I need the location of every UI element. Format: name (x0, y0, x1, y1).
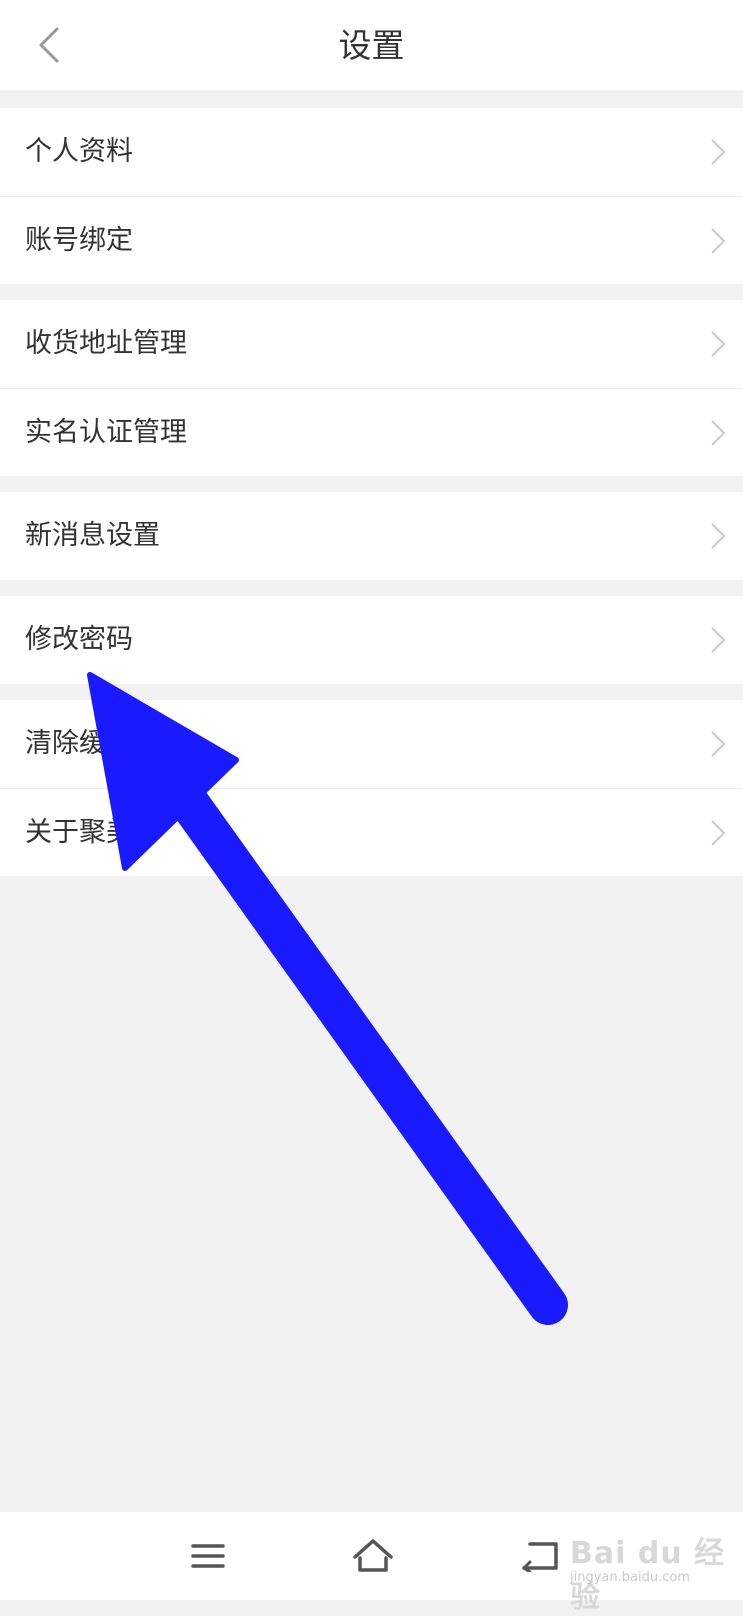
settings-item-label: 收货地址管理 (25, 328, 187, 359)
settings-item-about[interactable]: 关于聚美 (0, 789, 743, 876)
chevron-right-icon (711, 820, 726, 846)
settings-item-label: 清除缓 (25, 728, 106, 759)
menu-icon (191, 1544, 225, 1568)
settings-item-notifications[interactable]: 新消息设置 (0, 492, 743, 580)
home-button[interactable] (345, 1528, 401, 1584)
settings-item-change-password[interactable]: 修改密码 (0, 596, 743, 684)
settings-item-clear-cache[interactable]: 清除缓 (0, 700, 743, 788)
settings-item-profile[interactable]: 个人资料 (0, 108, 743, 196)
settings-item-label: 实名认证管理 (25, 417, 187, 448)
chevron-right-icon (711, 228, 726, 254)
chevron-right-icon (711, 627, 726, 653)
back-nav-button[interactable] (512, 1528, 568, 1584)
menu-button[interactable] (180, 1528, 236, 1584)
chevron-right-icon (711, 731, 726, 757)
settings-item-label: 修改密码 (25, 624, 133, 655)
settings-item-real-name[interactable]: 实名认证管理 (0, 389, 743, 476)
chevron-right-icon (711, 523, 726, 549)
page-title: 设置 (338, 26, 405, 65)
chevron-right-icon (711, 139, 726, 165)
settings-item-label: 个人资料 (25, 136, 133, 167)
settings-item-label: 关于聚美 (25, 817, 133, 848)
top-navigation-bar: 设置 (0, 0, 743, 92)
system-navigation-bar (0, 1512, 743, 1600)
chevron-right-icon (711, 331, 726, 357)
home-icon (353, 1539, 393, 1572)
chevron-right-icon (711, 420, 726, 446)
back-icon (522, 1542, 558, 1572)
settings-item-address[interactable]: 收货地址管理 (0, 300, 743, 388)
settings-item-label: 新消息设置 (25, 520, 160, 551)
settings-item-account-binding[interactable]: 账号绑定 (0, 197, 743, 284)
settings-item-label: 账号绑定 (25, 225, 133, 256)
